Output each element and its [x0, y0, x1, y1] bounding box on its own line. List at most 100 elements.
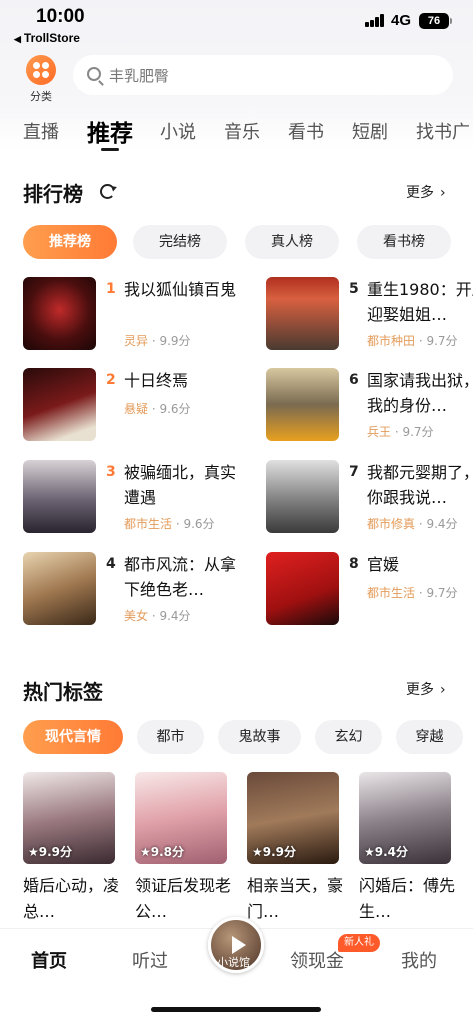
player-label: 小说馆 [217, 956, 250, 969]
book-cover-image: ★9.4分 [359, 772, 451, 864]
rank-item-3[interactable]: 3 被骗缅北，真实遭遇 都市生活 · 9.6分 [23, 460, 238, 536]
tag-book-card-4[interactable]: ★9.4分 闪婚后：傅先生… [359, 772, 455, 922]
refresh-icon[interactable] [100, 184, 115, 199]
rank-item-6[interactable]: 6 国家请我出狱，我的身份… 兵王 · 9.7分 [266, 368, 473, 444]
book-cover-image [266, 368, 339, 441]
hot-tags-title: 热门标签 [23, 680, 103, 704]
ranking-title: 排行榜 [23, 182, 83, 206]
tab-live[interactable]: 直播 [23, 118, 59, 144]
signal-icon [365, 14, 385, 27]
book-cover-image: ★9.8分 [135, 772, 227, 864]
book-title: 婚后心动，凌总… [23, 876, 120, 921]
chip-recommend-rank[interactable]: 推荐榜 [23, 225, 117, 259]
rank-book-meta: 悬疑 · 9.6分 [124, 402, 191, 416]
back-to-app-link[interactable]: ◀ TrollStore [14, 31, 80, 45]
chip-real-person-rank[interactable]: 真人榜 [245, 225, 339, 259]
rank-book-title: 我都元婴期了，你跟我说… [367, 463, 473, 507]
rank-number: 3 [106, 464, 116, 480]
chip-reading-rank[interactable]: 看书榜 [357, 225, 451, 259]
book-score: ★9.9分 [252, 845, 297, 859]
chip-fantasy[interactable]: 玄幻 [315, 720, 382, 754]
rank-book-title: 被骗缅北，真实遭遇 [124, 463, 237, 507]
genre-label: 灵异 [124, 334, 149, 348]
home-indicator [151, 1007, 321, 1012]
rank-number: 8 [349, 556, 359, 572]
score-label: 9.6分 [183, 517, 215, 531]
rank-item-4[interactable]: 4 都市风流：从拿下绝色老… 美女 · 9.4分 [23, 552, 238, 628]
book-score: ★9.8分 [140, 845, 185, 859]
ranking-more-link[interactable]: 更多 › [406, 182, 446, 202]
tag-book-card-2[interactable]: ★9.8分 领证后发现老公… [135, 772, 231, 922]
rank-book-meta: 灵异 · 9.9分 [124, 334, 191, 348]
mini-player-button[interactable]: 小说馆 [208, 917, 264, 973]
tag-book-card-3[interactable]: ★9.9分 相亲当天，豪门… [247, 772, 343, 922]
star-icon: ★ [252, 845, 263, 859]
rank-item-2[interactable]: 2 十日终焉 悬疑 · 9.6分 [23, 368, 238, 444]
genre-label: 都市修真 [367, 517, 416, 531]
active-tab-indicator [101, 148, 119, 151]
rank-book-title: 国家请我出狱，我的身份… [367, 371, 473, 415]
rank-book-meta: 都市生活 · 9.6分 [124, 517, 215, 531]
book-title: 领证后发现老公… [135, 876, 232, 921]
book-cover-image: ★9.9分 [23, 772, 115, 864]
chevron-right-icon: › [440, 682, 446, 698]
rank-item-5[interactable]: 5 重生1980：开局迎娶姐姐… 都市种田 · 9.7分 [266, 277, 473, 353]
battery-icon: 76 [419, 13, 452, 29]
chip-modern-romance[interactable]: 现代言情 [23, 720, 123, 754]
chip-ghost-story[interactable]: 鬼故事 [218, 720, 301, 754]
genre-label: 都市种田 [367, 334, 416, 348]
nav-profile[interactable]: 我的 [401, 947, 437, 973]
nav-history[interactable]: 听过 [132, 947, 168, 973]
category-button[interactable]: 分类 [22, 55, 60, 103]
score-label: 9.4分 [426, 517, 458, 531]
score-label: 9.7分 [426, 586, 458, 600]
rank-book-meta: 都市生活 · 9.7分 [367, 586, 458, 600]
rank-book-meta: 美女 · 9.4分 [124, 609, 191, 623]
score-label: 9.7分 [402, 425, 434, 439]
score-label: 9.7分 [426, 334, 458, 348]
tab-find-books[interactable]: 找书广 [416, 118, 470, 144]
rank-book-title: 都市风流：从拿下绝色老… [124, 555, 237, 599]
book-title: 闪婚后：傅先生… [359, 876, 456, 921]
genre-label: 悬疑 [124, 402, 149, 416]
rank-item-1[interactable]: 1 我以狐仙镇百鬼 灵异 · 9.9分 [23, 277, 238, 353]
rank-number: 1 [106, 281, 116, 297]
rank-book-title: 重生1980：开局迎娶姐姐… [367, 280, 473, 324]
score-label: 9.6分 [159, 402, 191, 416]
star-icon: ★ [28, 845, 39, 859]
tab-short-drama[interactable]: 短剧 [352, 118, 388, 144]
chip-urban[interactable]: 都市 [137, 720, 204, 754]
rank-number: 7 [349, 464, 359, 480]
bottom-nav: 首页 听过 小说馆 领现金 新人礼 我的 [0, 917, 473, 1024]
ranking-more-label: 更多 [406, 185, 434, 201]
tab-recommend[interactable]: 推荐 [87, 114, 133, 148]
score-label: 9.4分 [159, 609, 191, 623]
tab-novel[interactable]: 小说 [160, 118, 196, 144]
book-cover-image [266, 460, 339, 533]
chip-time-travel[interactable]: 穿越 [396, 720, 463, 754]
rank-item-8[interactable]: 8 官媛 都市生活 · 9.7分 [266, 552, 473, 628]
back-arrow-icon: ◀ [14, 34, 21, 44]
rank-number: 6 [349, 372, 359, 388]
rank-book-title: 官媛 [367, 555, 400, 574]
book-cover-image [23, 552, 96, 625]
tag-book-card-1[interactable]: ★9.9分 婚后心动，凌总… [23, 772, 119, 922]
tab-reading[interactable]: 看书 [288, 118, 324, 144]
grid-dots-icon [26, 55, 56, 85]
search-input[interactable]: 丰乳肥臀 [73, 55, 453, 95]
rank-item-7[interactable]: 7 我都元婴期了，你跟我说… 都市修真 · 9.4分 [266, 460, 473, 536]
back-app-label: TrollStore [23, 31, 80, 45]
play-icon [232, 936, 246, 954]
chip-finished-rank[interactable]: 完结榜 [133, 225, 227, 259]
hot-tags-more-label: 更多 [406, 682, 434, 698]
nav-home[interactable]: 首页 [31, 947, 67, 973]
hot-tags-more-link[interactable]: 更多 › [406, 679, 446, 699]
rank-book-meta: 都市修真 · 9.4分 [367, 517, 458, 531]
nav-earn-cash[interactable]: 领现金 [290, 947, 344, 973]
genre-label: 兵王 [367, 425, 392, 439]
rank-number: 4 [106, 556, 116, 572]
tab-music[interactable]: 音乐 [224, 118, 260, 144]
status-time: 10:00 [36, 6, 85, 27]
star-icon: ★ [364, 845, 375, 859]
book-cover-image [266, 277, 339, 350]
